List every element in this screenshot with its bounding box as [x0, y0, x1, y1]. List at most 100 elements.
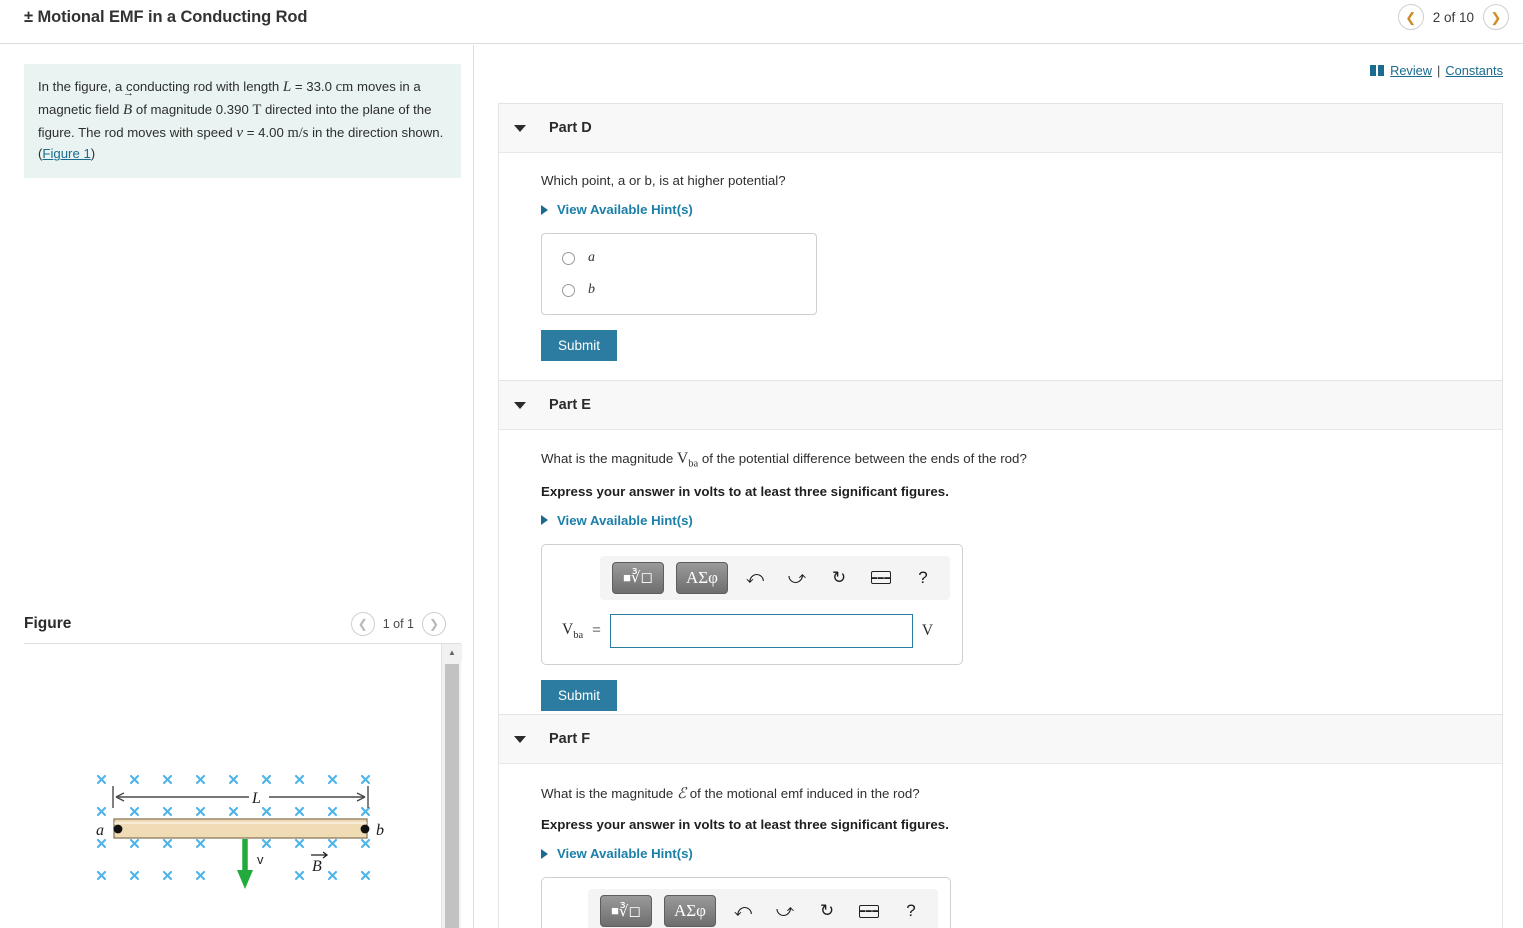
part-e-hints-toggle[interactable]: View Available Hint(s): [541, 513, 1502, 528]
unit-tesla: T: [252, 101, 262, 118]
reset-circular-arrow-icon[interactable]: ↻: [824, 564, 854, 592]
unit-cm: cm: [335, 79, 354, 95]
caret-right-icon: [541, 515, 548, 526]
figure-pager-label: 1 of 1: [382, 617, 414, 631]
choice-a-label: a: [588, 250, 595, 265]
link-separator: |: [1437, 63, 1441, 78]
chevron-right-icon[interactable]: ❯: [1483, 4, 1509, 30]
caret-down-icon[interactable]: [514, 124, 526, 132]
part-f-question: What is the magnitude ℰ of the motional …: [541, 784, 1502, 803]
part-e-hints-label: View Available Hint(s): [557, 512, 693, 528]
review-constants-row: Review | Constants: [1370, 63, 1503, 78]
field-label-B: B: [312, 858, 322, 875]
part-f-symbol-emf: ℰ: [677, 786, 687, 802]
greek-symbols-button[interactable]: ΑΣφ: [664, 895, 716, 927]
velocity-label: v: [257, 852, 264, 867]
length-label-L: L: [251, 790, 261, 807]
undo-arrow-icon[interactable]: ⤺: [728, 897, 758, 925]
part-e-label: Part E: [549, 397, 591, 413]
caret-down-icon[interactable]: [514, 735, 526, 743]
figure-next-chevron-right-icon[interactable]: ❯: [422, 612, 446, 636]
keyboard-icon[interactable]: ▬▬▬: [866, 564, 896, 592]
part-e-body: What is the magnitude Vba of the potenti…: [499, 430, 1502, 731]
scrollbar-thumb[interactable]: [445, 664, 459, 928]
part-f-hints-label: View Available Hint(s): [557, 846, 693, 861]
reset-circular-arrow-icon[interactable]: ↻: [812, 897, 842, 925]
problem-statement: In the figure, a conducting rod with len…: [24, 64, 461, 179]
part-f-hints-toggle[interactable]: View Available Hint(s): [541, 846, 1502, 861]
part-f-question-pre: What is the magnitude: [541, 786, 677, 801]
part-e-instruction: Express your answer in volts to at least…: [541, 483, 949, 499]
part-e-question-post: of the potential difference between the …: [698, 451, 1027, 466]
part-e-symbol-V: V: [677, 450, 689, 467]
conducting-rod: [113, 818, 368, 839]
caret-down-icon[interactable]: [514, 401, 526, 409]
part-e-header[interactable]: Part E: [499, 381, 1502, 430]
part-e-math-toolbar: ■ ∛◻ ΑΣφ ⤺ ⤻ ↻ ▬▬▬ ?: [600, 555, 950, 600]
keyboard-icon[interactable]: ▬▬▬: [854, 897, 884, 925]
part-d-body: Which point, a or b, is at higher potent…: [499, 153, 1502, 381]
part-f-body: What is the magnitude ℰ of the motional …: [499, 764, 1502, 928]
point-a-label: a: [96, 822, 104, 839]
redo-arrow-icon[interactable]: ⤻: [770, 897, 800, 925]
part-e-answer-row: Vba = V: [554, 613, 950, 648]
review-link[interactable]: Review: [1390, 63, 1432, 78]
radio-b[interactable]: [562, 283, 575, 297]
part-d-question: Which point, a or b, is at higher potent…: [541, 173, 786, 188]
template-radical-button[interactable]: ■ ∛◻: [612, 561, 664, 594]
mastering-physics-page: ± Motional EMF in a Conducting Rod ❮ 2 o…: [0, 0, 1523, 928]
part-f-label: Part F: [549, 731, 591, 747]
undo-arrow-icon[interactable]: ⤺: [740, 564, 770, 592]
length-dimension-line: [112, 786, 369, 808]
chevron-left-icon[interactable]: ❮: [1397, 4, 1424, 30]
radio-a[interactable]: [562, 251, 575, 265]
choice-option-a[interactable]: a: [562, 250, 816, 266]
part-d-submit-button[interactable]: Submit: [541, 330, 618, 361]
caret-right-icon: [541, 848, 548, 859]
caret-right-icon: [541, 204, 548, 215]
figure-viewport: L a b v B: [24, 644, 441, 928]
part-f-question-post: of the motional emf induced in the rod?: [686, 786, 920, 801]
problem-text-8: ): [90, 146, 96, 162]
symbol-B-vector: B: [123, 88, 134, 122]
symbol-L: L: [282, 79, 292, 95]
part-d-hints-toggle[interactable]: View Available Hint(s): [541, 202, 1502, 217]
part-e-question: What is the magnitude Vba of the potenti…: [541, 450, 1502, 470]
greek-symbols-button[interactable]: ΑΣφ: [676, 561, 728, 594]
book-icon: [1370, 65, 1385, 76]
part-d-label: Part D: [549, 120, 592, 136]
part-e-equals-sign: =: [592, 621, 601, 639]
part-f-section: Part F What is the magnitude ℰ of the mo…: [498, 714, 1503, 928]
unit-meters-per-second: m/s: [287, 124, 309, 141]
part-d-section: Part D Which point, a or b, is at higher…: [498, 103, 1503, 382]
part-e-question-pre: What is the magnitude: [541, 451, 677, 466]
template-radical-button[interactable]: ■ ∛◻: [600, 895, 652, 927]
figure-scrollbar[interactable]: ▲ ▼: [441, 644, 462, 928]
constants-link[interactable]: Constants: [1445, 63, 1503, 78]
velocity-arrow: [237, 839, 253, 889]
right-panel: Review | Constants Part D Which point, a…: [474, 45, 1523, 928]
choice-option-b[interactable]: b: [562, 282, 816, 298]
part-d-choice-group: a b: [541, 233, 817, 315]
figure-prev-chevron-left-icon[interactable]: ❮: [350, 612, 375, 636]
figure-pager: ❮ 1 of 1 ❯: [350, 612, 446, 636]
top-bar: ± Motional EMF in a Conducting Rod ❮ 2 o…: [0, 0, 1523, 44]
problem-text-6: = 4.00: [243, 124, 288, 140]
page-title: ± Motional EMF in a Conducting Rod: [24, 8, 308, 26]
problem-text-2: = 33.0: [291, 79, 336, 94]
conducting-rod-diagram: L a b v B: [96, 774, 384, 889]
part-d-hints-label: View Available Hint(s): [557, 202, 693, 217]
point-b-label: b: [376, 822, 384, 839]
part-e-answer-var: Vba: [562, 620, 584, 641]
redo-arrow-icon[interactable]: ⤻: [782, 564, 812, 592]
part-e-submit-button[interactable]: Submit: [541, 679, 618, 711]
part-e-answer-input[interactable]: [609, 613, 913, 648]
part-d-header[interactable]: Part D: [499, 104, 1502, 153]
part-e-section: Part E What is the magnitude Vba of the …: [498, 380, 1503, 732]
figure-1-link[interactable]: Figure 1: [42, 146, 90, 161]
help-question-mark-icon[interactable]: ?: [908, 564, 938, 592]
problem-text-1: In the figure, a conducting rod with len…: [38, 79, 283, 94]
scroll-up-arrow-icon[interactable]: ▲: [442, 644, 462, 661]
help-question-mark-icon[interactable]: ?: [896, 897, 926, 925]
part-f-header[interactable]: Part F: [499, 715, 1502, 764]
